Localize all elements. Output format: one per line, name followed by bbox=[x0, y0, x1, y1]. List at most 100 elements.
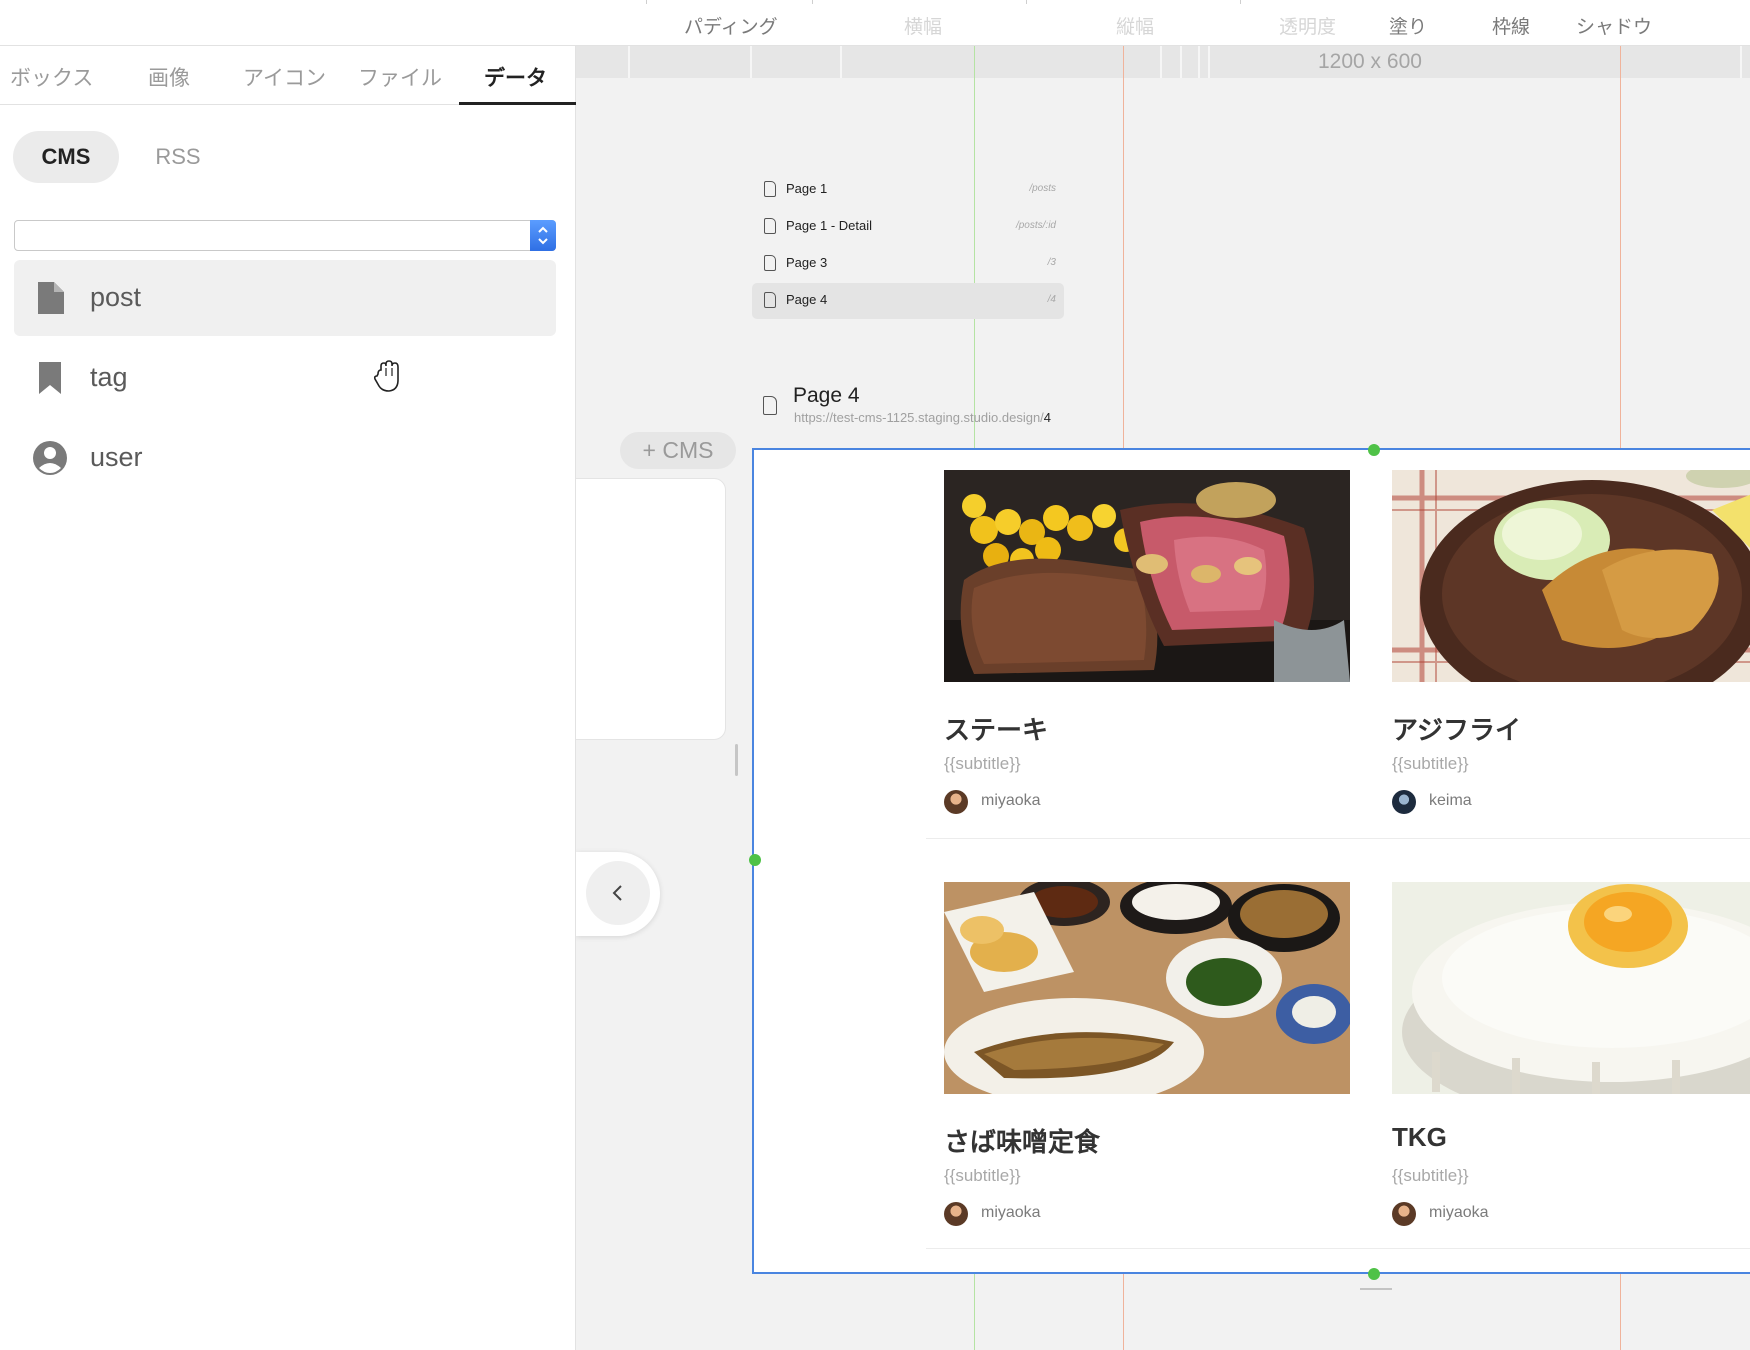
page-icon bbox=[764, 181, 776, 197]
card-title: TKG bbox=[1392, 1122, 1447, 1152]
row-divider bbox=[926, 1248, 1750, 1249]
tab-image[interactable]: 画像 bbox=[148, 62, 190, 92]
page-item[interactable]: Page 3 /3 bbox=[752, 246, 1064, 282]
current-page-url[interactable]: https://test-cms-1125.staging.studio.des… bbox=[794, 410, 1051, 425]
page-path: /posts/:id bbox=[1015, 220, 1056, 231]
ruler-tick bbox=[1160, 46, 1162, 78]
set-meal-image bbox=[944, 882, 1350, 1094]
card-subtitle: {{subtitle}} bbox=[944, 754, 1021, 773]
fried-fish-photo bbox=[1392, 470, 1750, 682]
ruler-tick bbox=[1208, 46, 1210, 78]
author-avatar bbox=[944, 1202, 968, 1226]
collection-item-user[interactable]: user bbox=[14, 420, 556, 496]
toolbar-shadow[interactable]: シャドウ bbox=[1576, 12, 1652, 39]
toolbar-fill[interactable]: 塗り bbox=[1389, 12, 1427, 39]
fried-fish-image bbox=[1392, 470, 1750, 682]
page-item-selected[interactable]: Page 4 /4 bbox=[752, 283, 1064, 319]
property-toolbar: パディング 横幅 縦幅 透明度 塗り 枠線 シャドウ bbox=[0, 0, 1750, 46]
user-circle-icon bbox=[33, 441, 67, 475]
segment-rss[interactable]: RSS bbox=[140, 131, 216, 183]
card-author: miyaoka bbox=[1429, 1204, 1489, 1221]
canvas-size-label: 1200 x 600 bbox=[1318, 50, 1422, 73]
ruler-tick bbox=[1740, 46, 1742, 78]
tab-box[interactable]: ボックス bbox=[10, 62, 93, 92]
collection-label: post bbox=[90, 282, 142, 312]
canvas-card-placeholder bbox=[560, 478, 726, 740]
toolbar-divider bbox=[646, 0, 647, 4]
page-name: Page 4 bbox=[786, 292, 828, 307]
url-suffix: 4 bbox=[1043, 410, 1052, 425]
back-button[interactable] bbox=[586, 861, 650, 925]
toolbar-divider bbox=[1240, 0, 1241, 4]
left-panel: ボックス 画像 アイコン ファイル データ CMS RSS post tag u… bbox=[0, 46, 576, 1350]
tab-icon[interactable]: アイコン bbox=[243, 62, 326, 92]
page-name: Page 1 bbox=[786, 181, 828, 196]
cms-list-frame[interactable]: ステーキ {{subtitle}} miyaoka アジフライ {{subtit… bbox=[752, 448, 1750, 1274]
ruler-tick bbox=[750, 46, 752, 78]
frame-resize-handle-bottom[interactable] bbox=[1368, 1268, 1380, 1280]
card-subtitle: {{subtitle}} bbox=[1392, 1166, 1469, 1185]
page-icon bbox=[763, 396, 777, 415]
page-name: Page 3 bbox=[786, 255, 828, 270]
page-item[interactable]: Page 1 - Detail /posts/:id bbox=[752, 209, 1064, 245]
toolbar-width[interactable]: 横幅 bbox=[904, 12, 942, 39]
page-icon bbox=[764, 255, 776, 271]
document-icon bbox=[38, 282, 64, 314]
collection-item-tag[interactable]: tag bbox=[14, 340, 556, 416]
toolbar-padding[interactable]: パディング bbox=[684, 12, 778, 39]
canvas-ruler bbox=[576, 46, 1750, 78]
author-avatar bbox=[1392, 1202, 1416, 1226]
card-author: miyaoka bbox=[981, 1204, 1041, 1221]
current-page-title: Page 4 bbox=[793, 384, 860, 407]
toolbar-border[interactable]: 枠線 bbox=[1492, 12, 1530, 39]
card-title: ステーキ bbox=[944, 715, 1049, 745]
ruler-tick bbox=[628, 46, 630, 78]
collection-label: tag bbox=[90, 362, 128, 392]
frame-resize-handle-left[interactable] bbox=[749, 854, 761, 866]
page-name: Page 1 - Detail bbox=[786, 218, 872, 233]
set-meal-photo bbox=[944, 882, 1350, 1094]
author-avatar bbox=[1392, 790, 1416, 814]
card-subtitle: {{subtitle}} bbox=[1392, 754, 1469, 773]
active-tab-indicator bbox=[459, 102, 576, 105]
collection-item-post[interactable]: post bbox=[14, 260, 556, 336]
updown-arrow-icon bbox=[538, 226, 548, 245]
toolbar-divider bbox=[1026, 0, 1027, 4]
collection-label: user bbox=[90, 442, 143, 472]
panel-tabs: ボックス 画像 アイコン ファイル データ bbox=[0, 46, 576, 105]
row-divider bbox=[926, 838, 1750, 839]
toolbar-opacity[interactable]: 透明度 bbox=[1279, 12, 1336, 39]
ruler-tick bbox=[1180, 46, 1182, 78]
page-icon bbox=[764, 292, 776, 308]
frame-resize-handle-top[interactable] bbox=[1368, 444, 1380, 456]
steak-image bbox=[944, 470, 1350, 682]
card-title: さば味噌定食 bbox=[944, 1127, 1101, 1157]
toolbar-divider bbox=[812, 0, 813, 4]
card-author: miyaoka bbox=[981, 792, 1041, 809]
page-path: /posts bbox=[1029, 183, 1056, 194]
tab-data[interactable]: データ bbox=[484, 62, 547, 92]
author-avatar bbox=[944, 790, 968, 814]
chevron-left-icon bbox=[612, 885, 622, 901]
card-subtitle: {{subtitle}} bbox=[944, 1166, 1021, 1185]
segment-cms[interactable]: CMS bbox=[13, 131, 119, 183]
page-path: /4 bbox=[1047, 294, 1056, 305]
toolbar-height[interactable]: 縦幅 bbox=[1116, 12, 1154, 39]
grab-cursor-icon bbox=[373, 360, 399, 392]
add-cms-button[interactable]: + CMS bbox=[620, 432, 736, 469]
bottom-grip[interactable] bbox=[1360, 1288, 1392, 1290]
page-icon bbox=[764, 218, 776, 234]
back-button-container bbox=[576, 852, 660, 936]
page-item[interactable]: Page 1 /posts bbox=[752, 172, 1064, 208]
egg-rice-image bbox=[1392, 882, 1750, 1094]
steak-photo bbox=[944, 470, 1350, 682]
ruler-tick bbox=[840, 46, 842, 78]
tab-file[interactable]: ファイル bbox=[358, 62, 442, 92]
ruler-tick bbox=[1198, 46, 1200, 78]
resize-handle[interactable] bbox=[735, 744, 738, 776]
collection-select[interactable] bbox=[14, 220, 556, 251]
page-path: /3 bbox=[1047, 257, 1056, 268]
url-base: https://test-cms-1125.staging.studio.des… bbox=[794, 410, 1044, 425]
card-title: アジフライ bbox=[1392, 715, 1521, 745]
bookmark-icon bbox=[39, 362, 61, 394]
